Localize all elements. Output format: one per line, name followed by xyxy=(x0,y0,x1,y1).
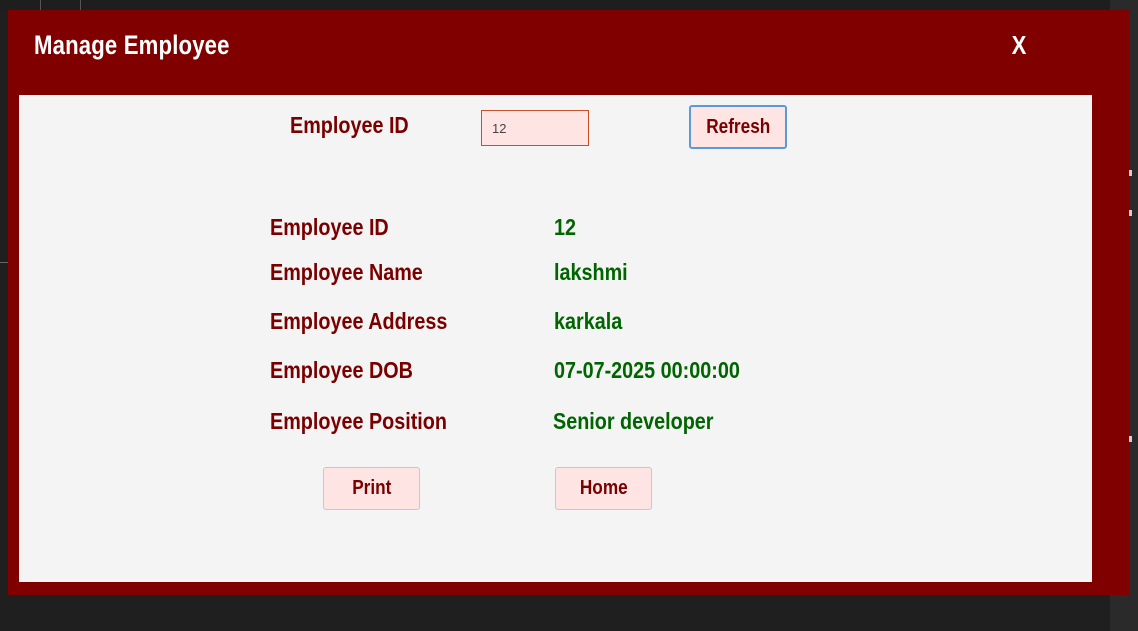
employee-id-input[interactable] xyxy=(481,110,589,146)
window-title: Manage Employee xyxy=(34,30,230,60)
background-divider xyxy=(40,0,41,10)
background-editor-strip xyxy=(0,0,1110,10)
detail-label-employee-position: Employee Position xyxy=(270,408,447,434)
detail-value-employee-address: karkala xyxy=(554,308,623,334)
detail-label-employee-address: Employee Address xyxy=(270,308,448,334)
content-panel: Employee ID Refresh Employee ID 12 Emplo… xyxy=(19,95,1092,582)
home-button-label: Home xyxy=(579,477,628,499)
detail-value-employee-id: 12 xyxy=(554,214,577,240)
refresh-button-label: Refresh xyxy=(705,115,771,138)
detail-value-employee-name: lakshmi xyxy=(554,259,628,285)
employee-id-search-label: Employee ID xyxy=(290,112,409,138)
print-button-label: Print xyxy=(351,477,392,499)
background-divider xyxy=(80,0,81,10)
detail-value-employee-position: Senior developer xyxy=(553,408,714,434)
detail-value-employee-dob: 07-07-2025 00:00:00 xyxy=(554,357,740,383)
refresh-button[interactable]: Refresh xyxy=(689,105,787,149)
home-button[interactable]: Home xyxy=(555,467,652,510)
detail-label-employee-id: Employee ID xyxy=(270,214,389,240)
manage-employee-window: Manage Employee X Employee ID Refresh Em… xyxy=(8,10,1129,595)
print-button[interactable]: Print xyxy=(323,467,420,510)
detail-label-employee-dob: Employee DOB xyxy=(270,357,413,383)
close-icon[interactable]: X xyxy=(1010,30,1029,61)
detail-label-employee-name: Employee Name xyxy=(270,259,423,285)
